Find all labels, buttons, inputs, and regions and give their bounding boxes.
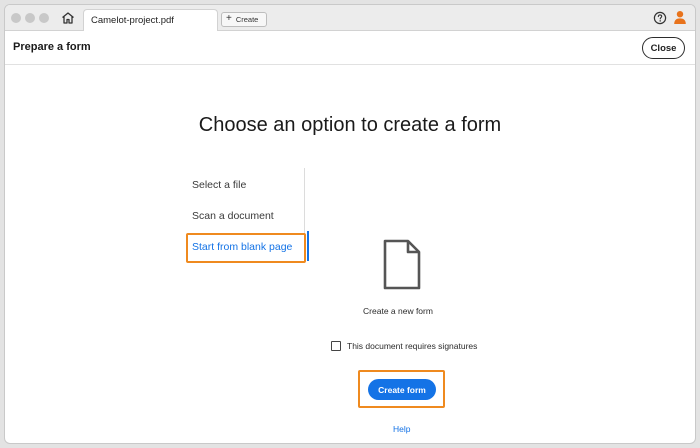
option-scan-document[interactable]: Scan a document [192, 210, 274, 222]
home-icon[interactable] [59, 9, 77, 27]
signature-checkbox[interactable] [331, 341, 341, 351]
tab-document[interactable]: Camelot-project.pdf [83, 9, 218, 31]
selected-indicator [307, 231, 309, 261]
tab-document-label: Camelot-project.pdf [91, 15, 174, 26]
plus-icon: + [226, 13, 232, 24]
create-tab-label: Create [235, 15, 259, 24]
tab-bar: Camelot-project.pdf + Create [5, 5, 695, 31]
option-select-file[interactable]: Select a file [192, 179, 246, 191]
create-tab-button[interactable]: + Create [221, 12, 267, 27]
window-zoom-dot[interactable] [39, 13, 49, 23]
help-link[interactable]: Help [393, 424, 410, 434]
option-highlight-box [186, 233, 306, 263]
main-heading: Choose an option to create a form [198, 114, 502, 136]
app-window: Camelot-project.pdf + Create Prepare a f… [4, 4, 696, 444]
blank-document-icon [381, 239, 423, 291]
signature-checkbox-label: This document requires signatures [347, 341, 478, 351]
create-new-form-label: Create a new form [363, 306, 433, 316]
page-header: Prepare a form Close [5, 32, 695, 65]
page-title: Prepare a form [13, 41, 91, 53]
help-icon[interactable] [653, 11, 667, 25]
account-icon[interactable] [673, 10, 687, 25]
window-close-dot[interactable] [11, 13, 21, 23]
create-form-button[interactable]: Create form [368, 379, 436, 400]
close-button[interactable]: Close [642, 37, 685, 59]
signature-option[interactable]: This document requires signatures [331, 341, 477, 351]
window-minimize-dot[interactable] [25, 13, 35, 23]
